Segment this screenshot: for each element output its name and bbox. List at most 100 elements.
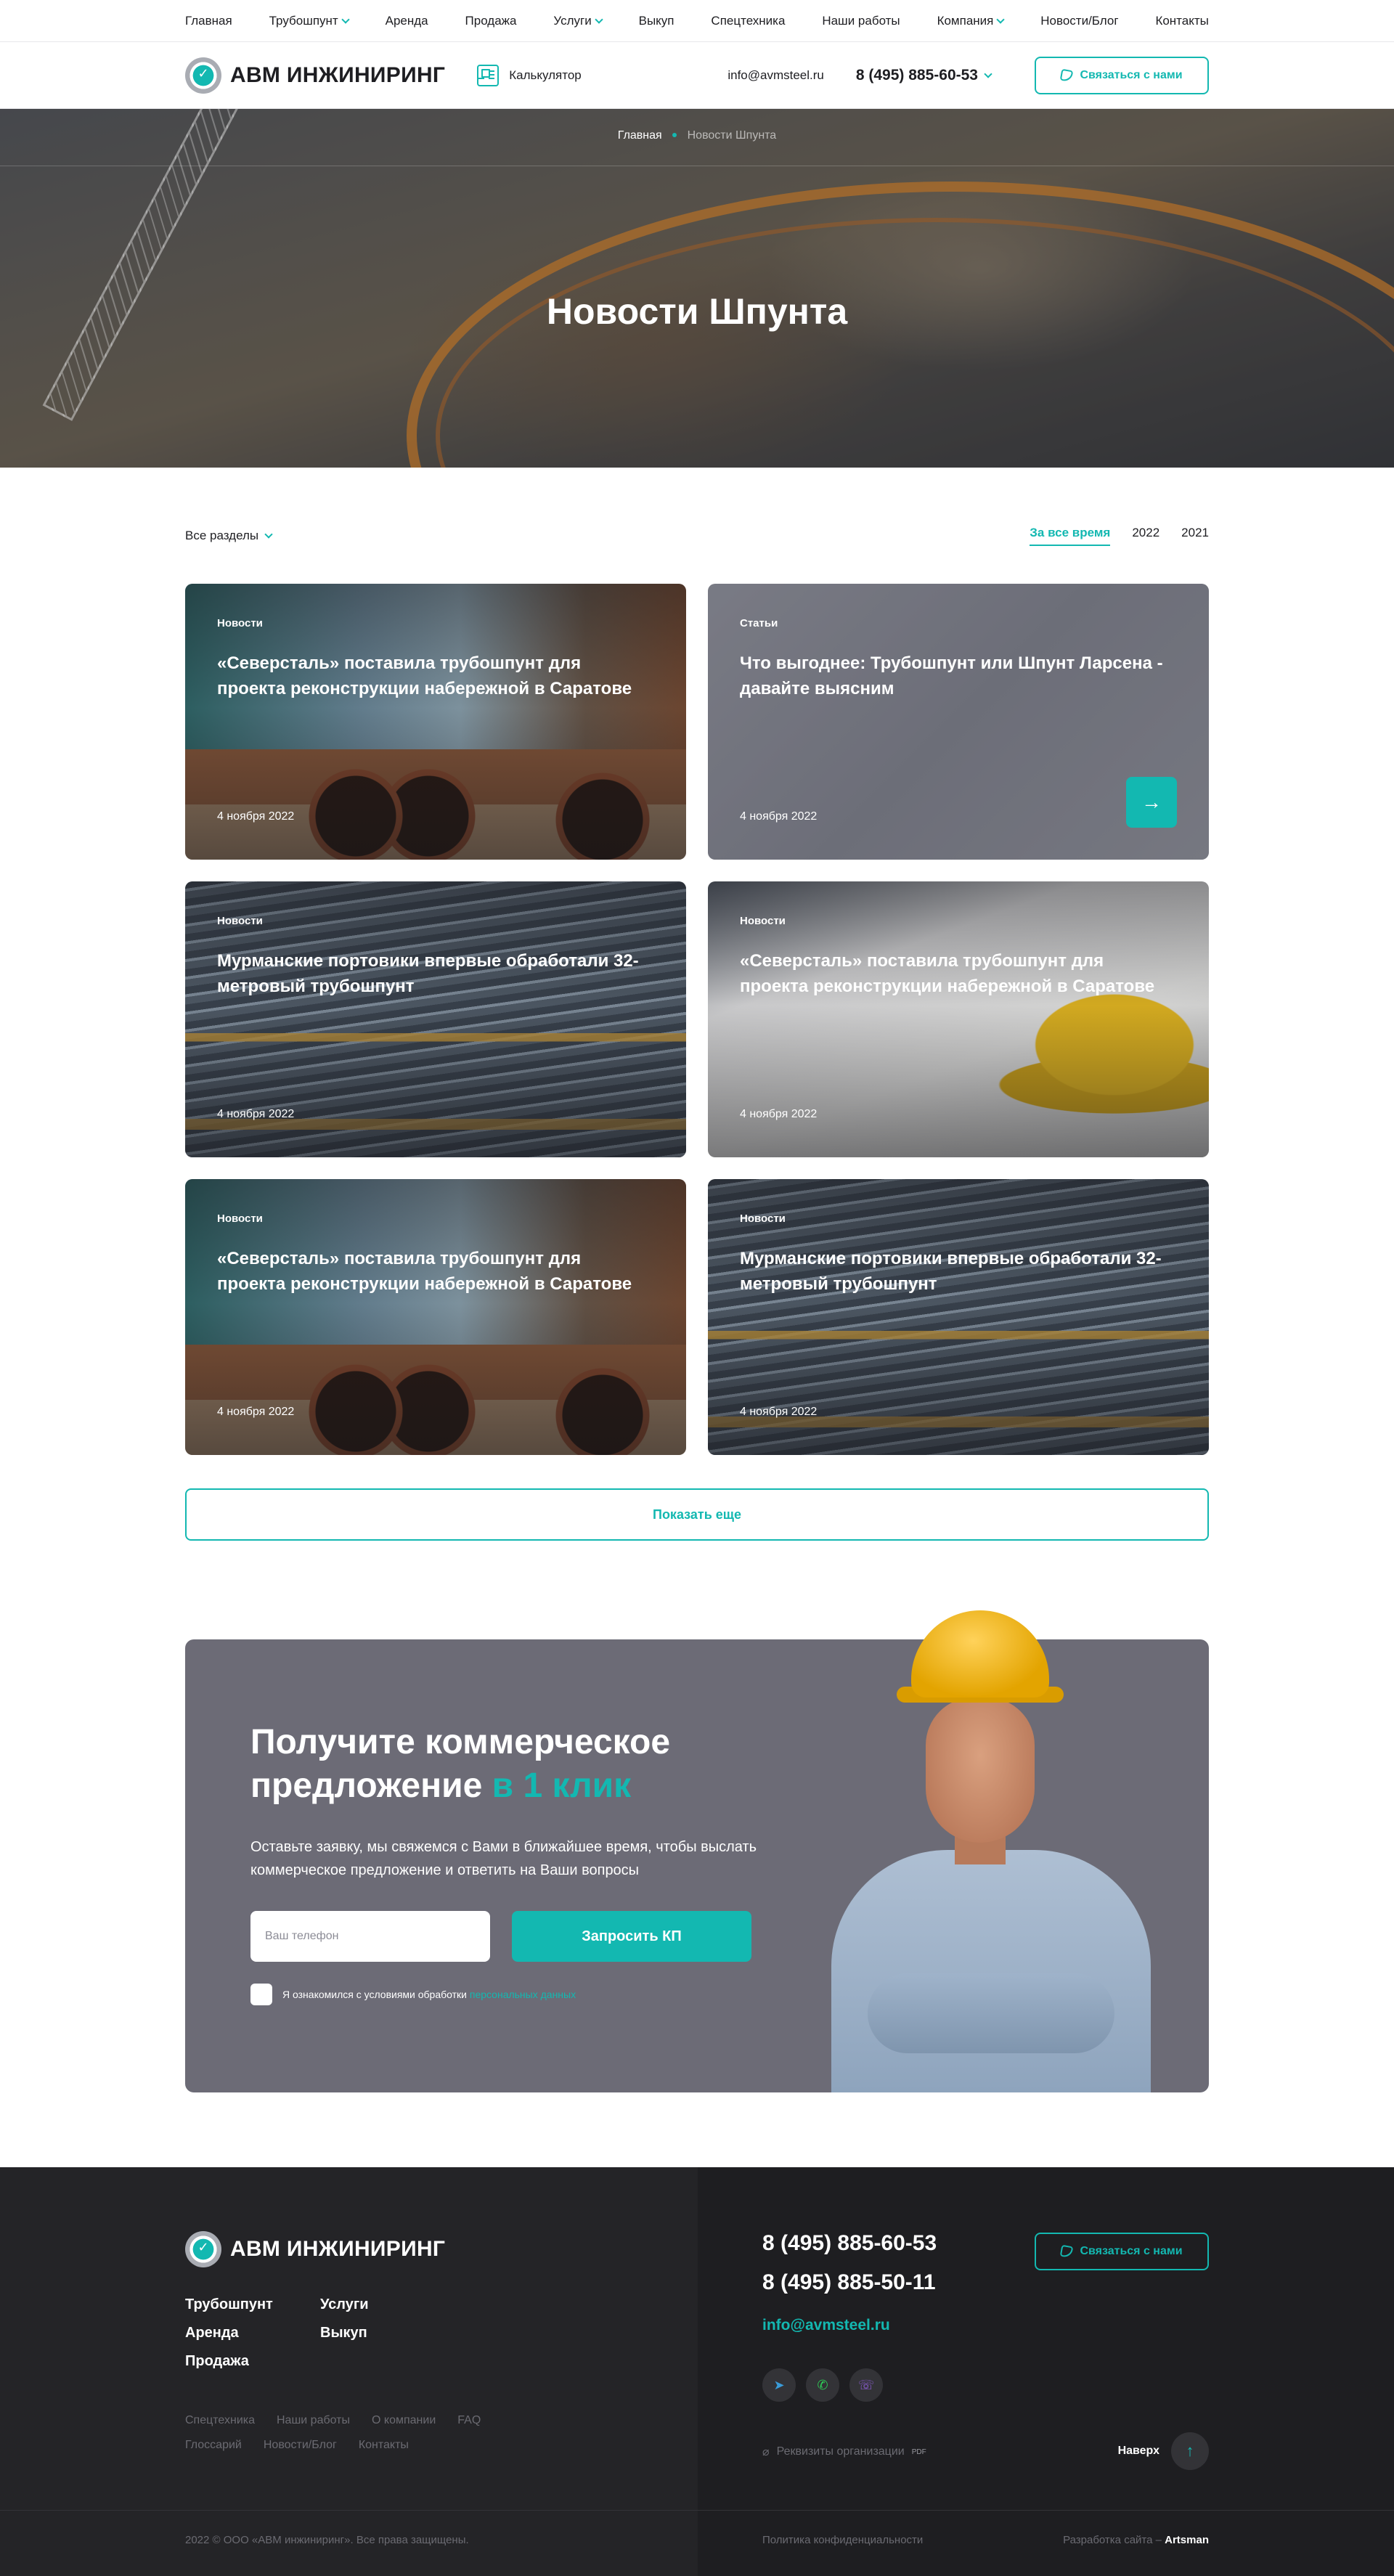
developer-link[interactable]: Artsman — [1165, 2534, 1209, 2546]
news-card-date: 4 ноября 2022 — [217, 1108, 295, 1120]
consent-checkbox[interactable] — [250, 1984, 272, 2005]
calculator-label: Калькулятор — [509, 68, 582, 82]
phone-input[interactable] — [250, 1911, 490, 1962]
logo-text: АВМ ИНЖИНИРИНГ — [230, 63, 446, 87]
paperclip-icon: ⌀ — [762, 2446, 770, 2458]
news-card[interactable]: Статьи Что выгоднее: Трубошпунт или Шпунт… — [708, 584, 1209, 860]
header-email-link[interactable]: info@avmsteel.ru — [727, 68, 824, 83]
footer-secondary-links: Спецтехника Наши работы О компании FAQ Глосс… — [185, 2414, 548, 2452]
breadcrumb: Главная Новости Шпунта — [0, 129, 1394, 142]
footer-phone-2[interactable]: 8 (495) 885-50-11 — [762, 2270, 936, 2295]
footer-main-link[interactable]: Услуги — [320, 2296, 436, 2313]
contact-us-button[interactable]: Связаться с нами — [1035, 57, 1209, 94]
footer-main-link[interactable]: Продажа — [185, 2353, 320, 2370]
news-card-date: 4 ноября 2022 — [740, 810, 818, 823]
footer-main-link[interactable]: Трубошпунт — [185, 2296, 320, 2313]
nav-item-label: Новости/Блог — [1040, 14, 1119, 28]
offer-description: Оставьте заявку, мы свяжемся с Вами в бл… — [250, 1839, 757, 1878]
footer-main-links: Трубошпунт Услуги Аренда Выкуп Продажа — [185, 2296, 436, 2370]
news-card-date: 4 ноября 2022 — [217, 1406, 295, 1418]
news-card-tag: Новости — [217, 1212, 263, 1225]
footer-secondary-link[interactable]: Новости/Блог — [264, 2439, 337, 2452]
footer-secondary-link[interactable]: Глоссарий — [185, 2439, 242, 2452]
social-links: ➤ ✆ ☏ — [762, 2368, 883, 2402]
site-footer: АВМ ИНЖИНИРИНГ ТрубошпунтУслугиАрендаВык… — [0, 2167, 1394, 2576]
logo-gear-icon — [185, 2231, 221, 2267]
breadcrumb-separator — [672, 133, 677, 137]
viber-icon[interactable]: ☏ — [849, 2368, 883, 2402]
request-offer-button[interactable]: Запросить КП — [512, 1911, 751, 1962]
footer-secondary-link[interactable]: Наши работы — [277, 2414, 350, 2427]
logo-gear-icon — [185, 57, 221, 94]
phone-icon — [1060, 68, 1074, 83]
nav-item[interactable]: Услуги — [553, 14, 603, 28]
consent-text: Я ознакомился с условиями обработки — [282, 1989, 470, 2000]
footer-main-link[interactable]: Аренда — [185, 2325, 320, 2341]
news-filters: Все разделы За все время 2022 2021 — [185, 500, 1209, 572]
news-card-title: Что выгоднее: Трубошпунт или Шпунт Ларсе… — [740, 653, 1163, 698]
arrow-right-icon[interactable]: → — [1126, 777, 1177, 828]
calculator-link[interactable]: Калькулятор — [477, 65, 582, 86]
footer-logo-text: АВМ ИНЖИНИРИНГ — [230, 2237, 446, 2261]
news-card-tag: Новости — [740, 1212, 786, 1225]
nav-item[interactable]: Аренда — [386, 14, 428, 28]
news-card[interactable]: Новости Мурманские портовики впервые обра… — [185, 881, 686, 1157]
nav-item[interactable]: Трубошпунт — [269, 14, 350, 28]
sections-dropdown[interactable]: Все разделы — [185, 529, 273, 543]
nav-item[interactable]: Новости/Блог — [1040, 14, 1118, 28]
footer-logo[interactable]: АВМ ИНЖИНИРИНГ — [185, 2231, 445, 2267]
period-tab[interactable]: 2021 — [1181, 526, 1209, 546]
news-card[interactable]: Новости «Северсталь» поставила трубошпунт… — [185, 1179, 686, 1455]
news-card-tag: Новости — [740, 915, 786, 927]
footer-email[interactable]: info@avmsteel.ru — [762, 2317, 890, 2334]
nav-item[interactable]: Выкуп — [639, 14, 674, 28]
consent-row: Я ознакомился с условиями обработки перс… — [250, 1984, 576, 2005]
nav-item-label: Продажа — [465, 14, 517, 28]
nav-item[interactable]: Компания — [937, 14, 1006, 28]
news-card-title: «Северсталь» поставила трубошпунт для пр… — [217, 1249, 632, 1294]
telegram-icon[interactable]: ➤ — [762, 2368, 796, 2402]
period-tab[interactable]: За все время — [1030, 526, 1111, 546]
requisites-link[interactable]: ⌀ Реквизиты организации PDF — [762, 2445, 926, 2459]
footer-secondary-link[interactable]: Спецтехника — [185, 2414, 255, 2427]
whatsapp-icon[interactable]: ✆ — [806, 2368, 839, 2402]
phone-icon — [1060, 2244, 1074, 2259]
calculator-icon — [477, 65, 500, 86]
hard-hat-icon — [911, 1610, 1049, 1697]
news-card[interactable]: Новости Мурманские портовики впервые обра… — [708, 1179, 1209, 1455]
footer-contact-button[interactable]: Связаться с нами — [1035, 2233, 1209, 2270]
header-phone-number: 8 (495) 885-60-53 — [855, 67, 978, 83]
news-content: Все разделы За все время 2022 2021 Новости… — [185, 500, 1209, 2092]
nav-item[interactable]: Главная — [185, 14, 232, 28]
news-card-date: 4 ноября 2022 — [740, 1108, 818, 1120]
site-logo[interactable]: АВМ ИНЖИНИРИНГ — [185, 57, 445, 94]
nav-item[interactable]: Контакты — [1155, 14, 1208, 28]
nav-item[interactable]: Спецтехника — [711, 14, 785, 28]
footer-main-link[interactable]: Выкуп — [320, 2325, 436, 2341]
footer-secondary-link[interactable]: FAQ — [457, 2414, 481, 2427]
breadcrumb-home-link[interactable]: Главная — [618, 129, 662, 142]
show-more-button[interactable]: Показать еще — [185, 1488, 1209, 1541]
period-tab[interactable]: 2022 — [1132, 526, 1159, 546]
news-card-title: «Северсталь» поставила трубошпунт для пр… — [217, 653, 632, 698]
footer-phone-1[interactable]: 8 (495) 885-60-53 — [762, 2231, 937, 2256]
news-card-date: 4 ноября 2022 — [740, 1406, 818, 1418]
footer-secondary-link[interactable]: О компании — [372, 2414, 436, 2427]
back-to-top-button[interactable]: Наверх ↑ — [1118, 2432, 1209, 2470]
nav-item-label: Главная — [185, 14, 232, 28]
requisites-label: Реквизиты организации — [776, 2445, 905, 2458]
personal-data-link[interactable]: персональных данных — [470, 1989, 576, 2000]
news-card[interactable]: Новости «Северсталь» поставила трубошпунт… — [708, 881, 1209, 1157]
chevron-down-icon — [996, 15, 1006, 24]
news-card-tag: Статьи — [740, 617, 778, 629]
nav-item-label: Услуги — [553, 14, 592, 28]
nav-item[interactable]: Продажа — [465, 14, 517, 28]
developer-credit: Разработка сайта – Artsman — [1063, 2534, 1209, 2546]
period-tabs: За все время 2022 2021 — [1030, 526, 1209, 546]
top-nav-list: Главная Трубошпунт Аренда Продажа Услуги Выку… — [185, 0, 1209, 42]
nav-item[interactable]: Наши работы — [822, 14, 900, 28]
news-card[interactable]: Новости «Северсталь» поставила трубошпунт… — [185, 584, 686, 860]
footer-secondary-link[interactable]: Контакты — [359, 2439, 409, 2452]
header-phone-dropdown[interactable]: 8 (495) 885-60-53 — [855, 67, 992, 84]
privacy-policy-link[interactable]: Политика конфиденциальности — [762, 2534, 923, 2546]
